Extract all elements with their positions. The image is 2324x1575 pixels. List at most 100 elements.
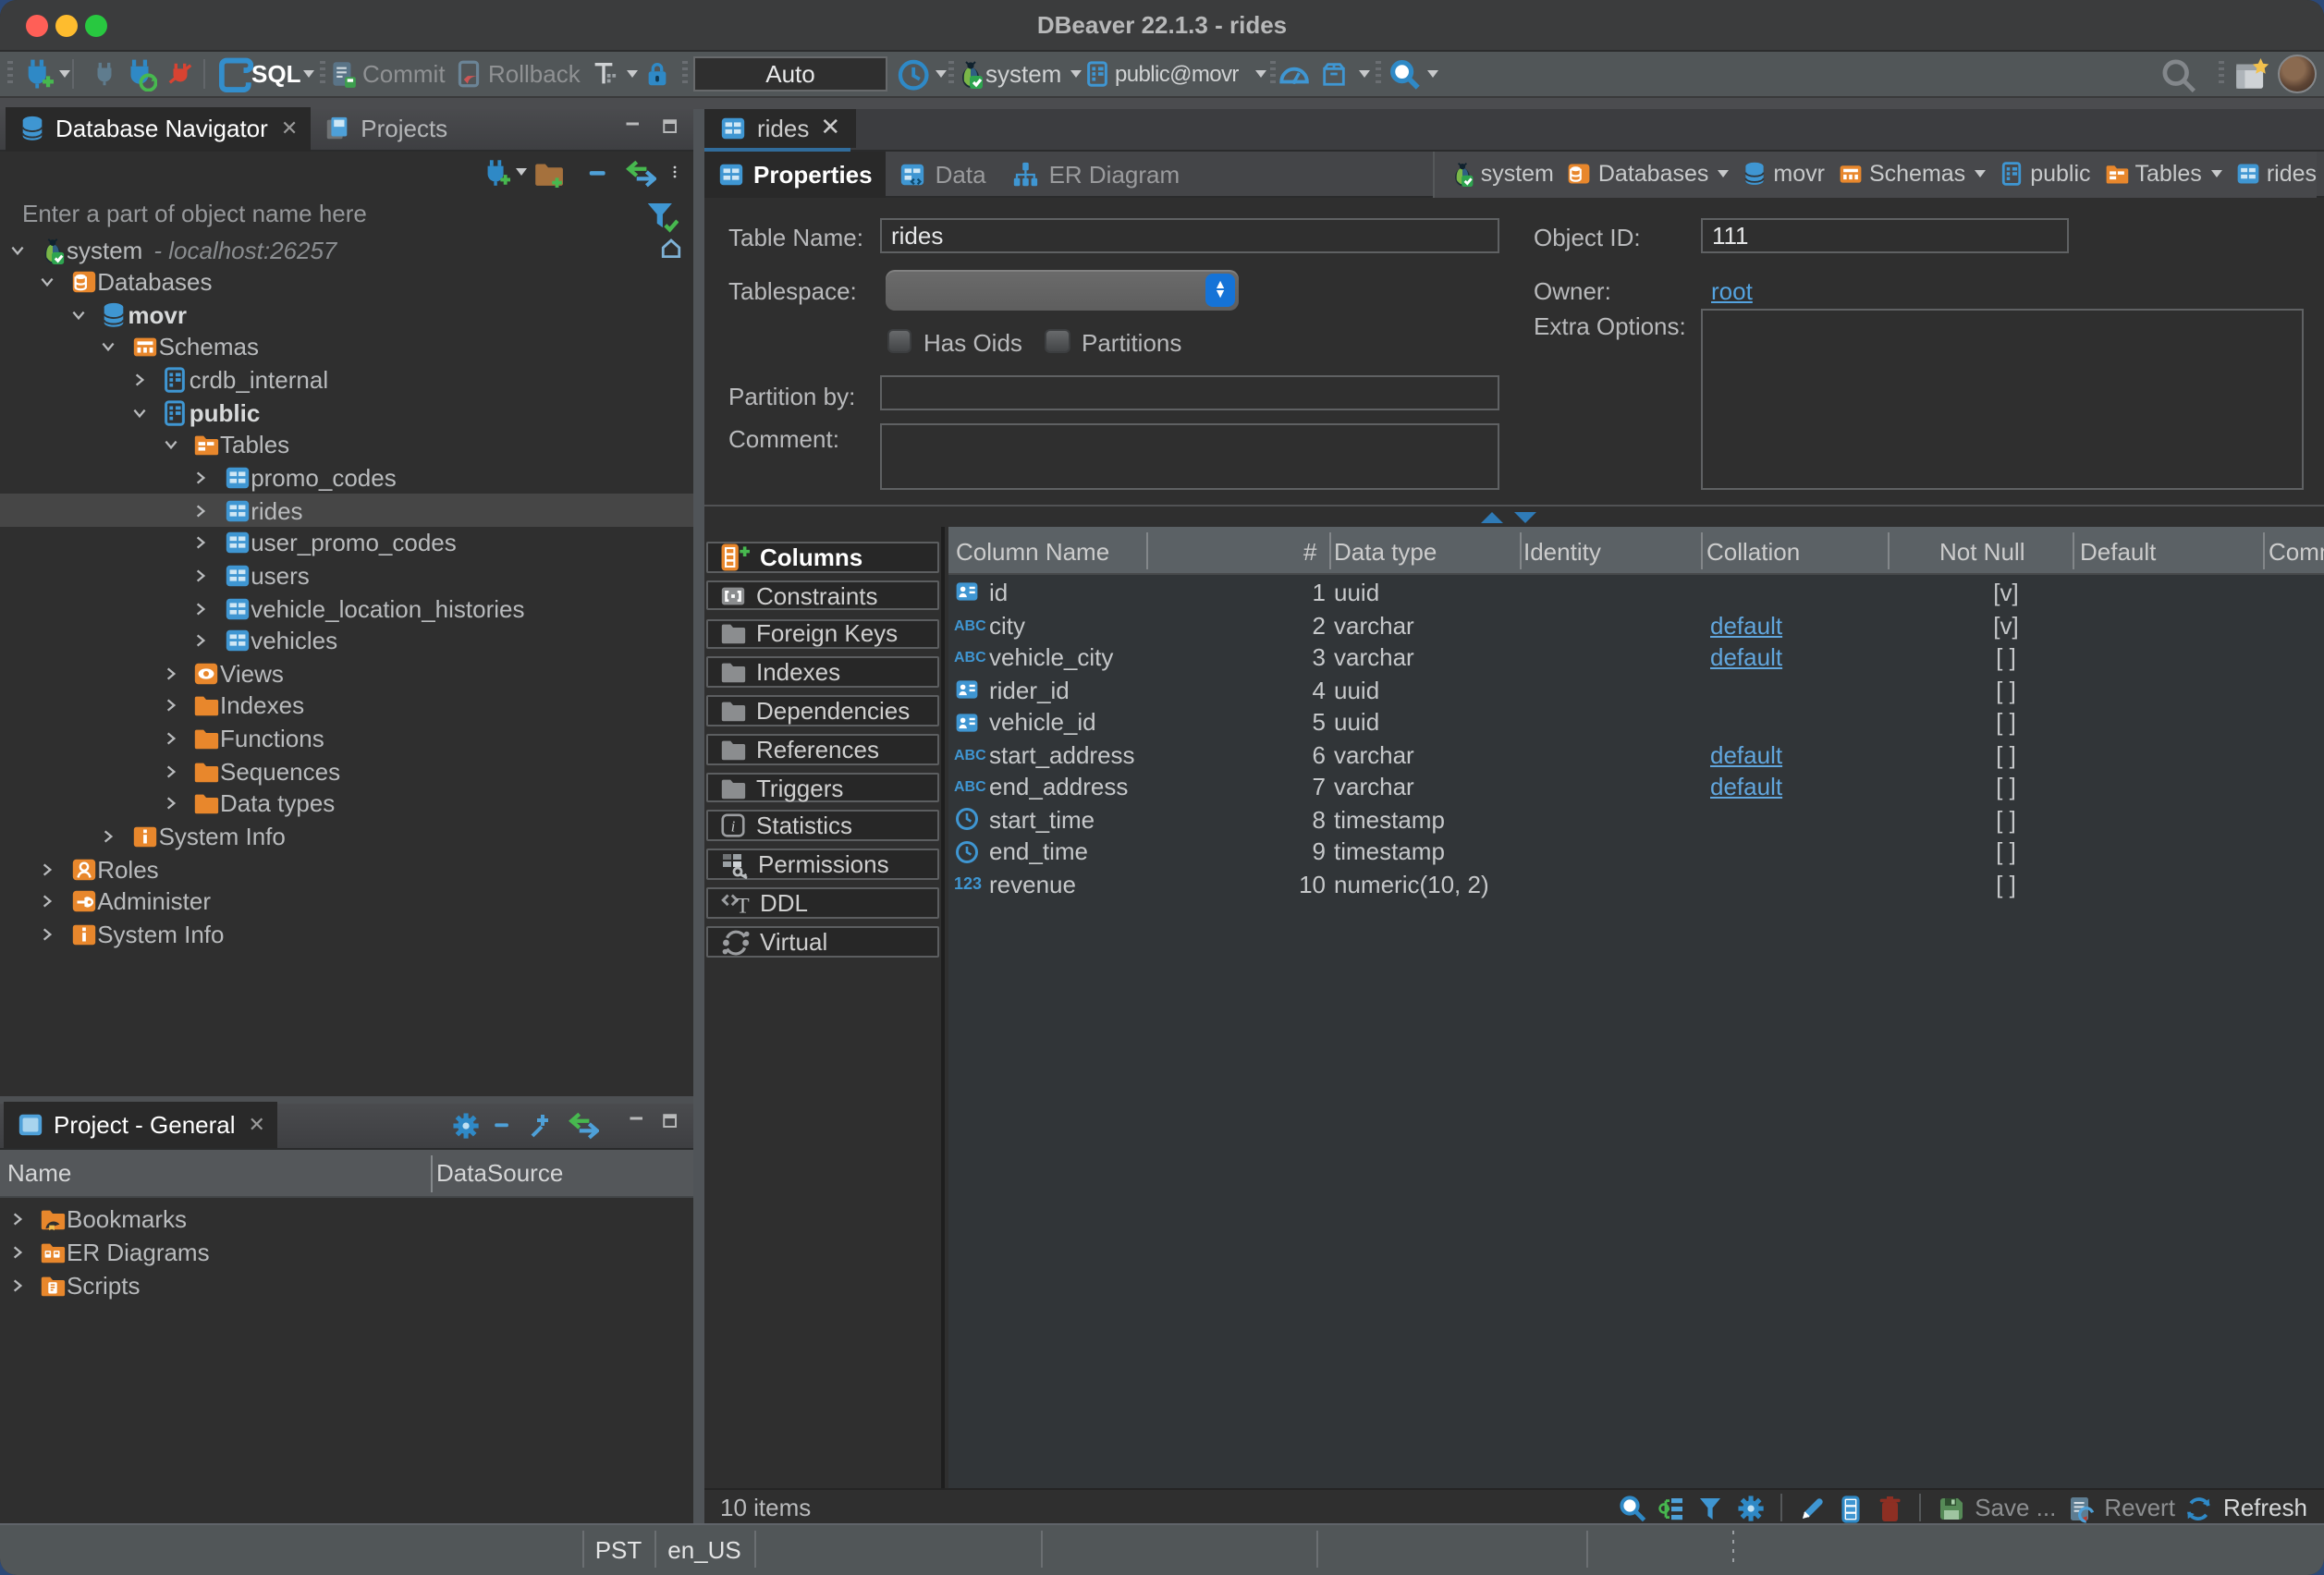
tree-item-bookmarks[interactable]: Bookmarks	[0, 1203, 692, 1236]
tree-item-tables[interactable]: Tables	[0, 429, 692, 461]
left-tab-close-icon[interactable]: ✕	[281, 117, 298, 141]
table-name-input[interactable]: rides	[880, 218, 1499, 252]
subtab-er-diagram[interactable]: ER Diagram	[999, 152, 1193, 197]
grid-col-header-not-null[interactable]: Not Null	[1939, 527, 2025, 575]
breadcrumb-arrow-icon[interactable]	[2211, 171, 2222, 178]
editor-tab-rides[interactable]: rides✕	[703, 108, 855, 147]
project-gear-icon[interactable]	[448, 1109, 480, 1141]
chevron-right-icon[interactable]	[7, 1244, 26, 1261]
statusbar-drag-handle[interactable]	[1732, 1531, 1734, 1568]
breadcrumb-arrow-icon[interactable]	[1718, 171, 1729, 178]
rollback-button[interactable]	[453, 58, 484, 90]
subtab-data[interactable]: Data	[886, 152, 999, 197]
tree-item-user-promo-codes[interactable]: user_promo_codes	[0, 527, 692, 559]
tree-item-scripts[interactable]: Scripts	[0, 1269, 692, 1301]
nav-new-connection-button[interactable]	[478, 156, 509, 188]
chevron-right-icon[interactable]	[191, 470, 210, 486]
grid-search-button[interactable]	[1618, 1493, 1647, 1522]
maximize-panel-icon[interactable]	[661, 119, 683, 141]
active-schema-icon[interactable]	[1083, 60, 1111, 88]
tree-item-functions[interactable]: Functions	[0, 723, 692, 755]
grid-row-vehicle_id[interactable]: vehicle_id5uuid[ ]	[948, 706, 2324, 739]
chevron-right-icon[interactable]	[161, 698, 179, 714]
project-collapse-icon[interactable]	[491, 1113, 515, 1137]
grid-delete-button[interactable]	[1875, 1493, 1904, 1522]
grid-row-start_address[interactable]: ABCstart_address6varchardefault[ ]	[948, 739, 2324, 771]
grid-col-header-comment[interactable]: Comment	[2269, 527, 2324, 575]
active-schema-label[interactable]: public@movr	[1115, 61, 1239, 87]
save-button[interactable]	[1936, 1493, 1965, 1522]
tree-item-vehicles[interactable]: vehicles	[0, 625, 692, 657]
grid-edit-button[interactable]	[1797, 1493, 1827, 1522]
tree-item-schemas[interactable]: Schemas	[0, 331, 692, 363]
grid-structure-button[interactable]	[1657, 1493, 1686, 1522]
form-grid-sash[interactable]	[703, 505, 2324, 527]
chevron-down-icon[interactable]	[7, 241, 26, 258]
breadcrumb-tables[interactable]: Tables	[2104, 162, 2222, 188]
nav-menu-button[interactable]	[670, 157, 685, 187]
extra-options-box[interactable]	[1701, 309, 2304, 490]
revert-label[interactable]: Revert	[2104, 1494, 2175, 1521]
sidenav-statistics[interactable]: iStatistics	[706, 811, 939, 841]
chevron-down-icon[interactable]	[68, 307, 87, 324]
grid-col-header--[interactable]: #	[1303, 527, 1316, 575]
breadcrumb-rides[interactable]: rides	[2235, 162, 2317, 188]
grid-filter-button[interactable]	[1695, 1493, 1725, 1522]
transaction-history-icon[interactable]	[895, 56, 930, 92]
search-metadata-button[interactable]	[1387, 56, 1422, 92]
partition-by-input[interactable]	[880, 374, 1499, 409]
object-filter-row[interactable]: Enter a part of object name here	[0, 192, 692, 233]
object-id-input[interactable]: 111	[1701, 218, 2068, 252]
sidenav-foreign-keys[interactable]: Foreign Keys	[706, 618, 939, 649]
quick-search-icon[interactable]	[2158, 55, 2196, 93]
tree-item-vehicle-location-histories[interactable]: vehicle_location_histories	[0, 592, 692, 624]
tablespace-spinner-icon[interactable]: ▲▼	[1205, 273, 1235, 307]
tree-item-promo-codes[interactable]: promo_codes	[0, 461, 692, 494]
disconnect-button[interactable]	[166, 60, 194, 88]
chevron-down-icon[interactable]	[161, 437, 179, 454]
sidenav-dependencies[interactable]: Dependencies	[706, 695, 939, 726]
tree-item-system[interactable]: system- localhost:26257	[0, 233, 692, 265]
tree-item-sequences[interactable]: Sequences	[0, 755, 692, 788]
tree-item-rides[interactable]: rides	[0, 494, 692, 527]
perspective-button[interactable]	[2232, 55, 2270, 93]
tree-item-system-info[interactable]: System Info	[0, 918, 692, 950]
grid-col-header-identity[interactable]: Identity	[1523, 527, 1601, 575]
chevron-right-icon[interactable]	[161, 763, 179, 780]
chevron-down-icon[interactable]	[130, 404, 149, 421]
chevron-right-icon[interactable]	[7, 1212, 26, 1228]
autocommit-lock-icon[interactable]	[643, 60, 671, 88]
tablespace-select[interactable]: ▲▼	[886, 269, 1239, 311]
project-expand-icon[interactable]	[526, 1110, 556, 1140]
grid-row-vehicle_city[interactable]: ABCvehicle_city3varchardefault[ ]	[948, 641, 2324, 674]
grid-row-rider_id[interactable]: rider_id4uuid[ ]	[948, 674, 2324, 706]
project-tab[interactable]: Project - General✕	[4, 1102, 278, 1148]
chevron-right-icon[interactable]	[100, 828, 118, 845]
tree-item-databases[interactable]: Databases	[0, 266, 692, 299]
sash-expand-icon[interactable]	[1480, 512, 1502, 523]
transaction-log-button[interactable]	[590, 60, 618, 88]
has-oids-checkbox[interactable]	[887, 328, 911, 353]
active-connection-label[interactable]: system	[985, 60, 1061, 88]
project-tab-close-icon[interactable]: ✕	[249, 1113, 265, 1137]
grid-col-header-column-name[interactable]: Column Name	[956, 527, 1109, 575]
breadcrumb-movr[interactable]: movr	[1742, 162, 1825, 188]
grid-row-start_time[interactable]: start_time8timestamp[ ]	[948, 803, 2324, 836]
chevron-right-icon[interactable]	[161, 665, 179, 682]
breadcrumb-arrow-icon[interactable]	[1975, 171, 1986, 178]
tree-item-administer[interactable]: Administer	[0, 885, 692, 918]
commit-button[interactable]	[327, 58, 359, 90]
reconnect-button[interactable]	[122, 56, 157, 92]
sidenav-permissions[interactable]: Permissions	[706, 849, 939, 880]
grid-row-end_time[interactable]: end_time9timestamp[ ]	[948, 836, 2324, 868]
project-link-icon[interactable]	[567, 1109, 598, 1141]
chevron-right-icon[interactable]	[191, 600, 210, 617]
tree-item-movr[interactable]: movr	[0, 299, 692, 331]
tree-item-system-info[interactable]: System Info	[0, 820, 692, 852]
grid-row-revenue[interactable]: 123revenue10numeric(10, 2)[ ]	[948, 868, 2324, 900]
grid-col-header-data-type[interactable]: Data type	[1334, 527, 1437, 575]
chevron-right-icon[interactable]	[38, 861, 56, 877]
sash-collapse-icon[interactable]	[1513, 512, 1535, 523]
save-label[interactable]: Save ...	[1975, 1494, 2056, 1521]
minimize-panel-icon[interactable]	[624, 119, 646, 141]
